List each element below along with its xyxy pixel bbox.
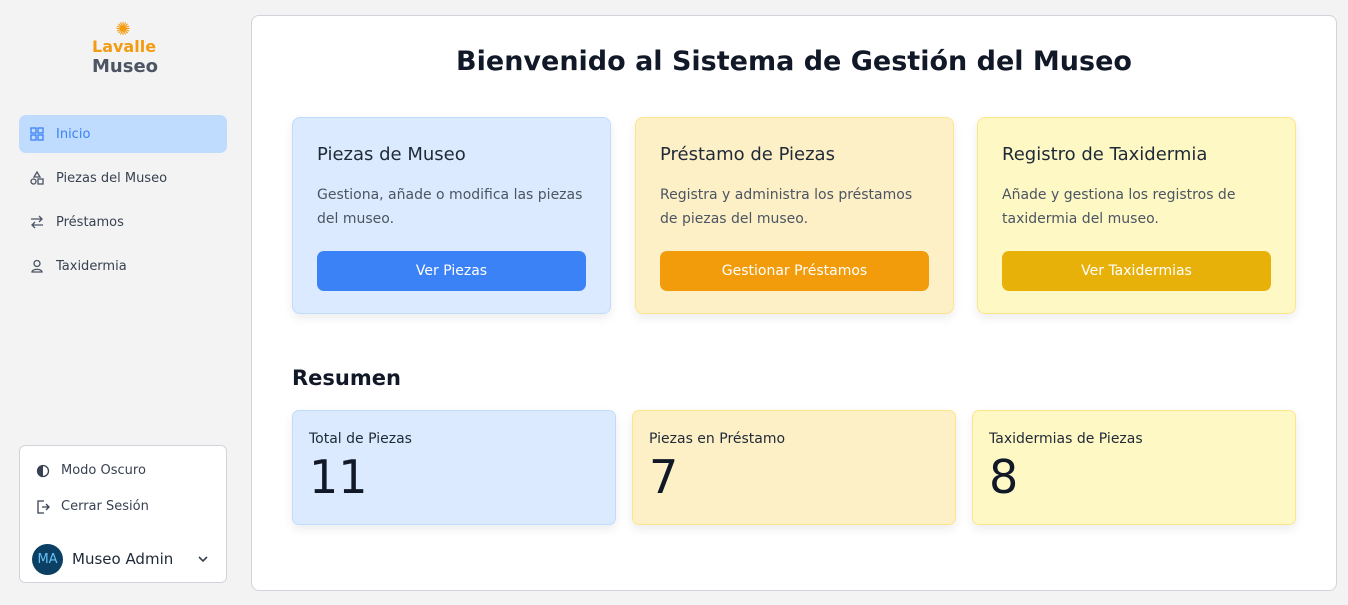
user-name: Museo Admin — [72, 550, 174, 568]
sidebar-item-label: Inicio — [56, 126, 91, 142]
card-title: Piezas de Museo — [317, 144, 466, 165]
card-description: Añade y gestiona los registros de taxide… — [1002, 187, 1236, 227]
logout-icon — [36, 499, 50, 514]
user-panel: Modo Oscuro Cerrar Sesión MA Museo Admin — [19, 445, 227, 583]
grid-icon — [29, 126, 45, 142]
sidebar-item-prestamos[interactable]: Préstamos — [19, 203, 227, 241]
avatar: MA — [32, 543, 63, 575]
page-title: Bienvenido al Sistema de Gestión del Mus… — [456, 46, 1132, 77]
sidebar: ✺ Lavalle Museo Inicio Piezas del Museo … — [0, 0, 244, 605]
sidebar-item-label: Préstamos — [56, 214, 124, 230]
card-description: Gestiona, añade o modifica las piezas de… — [317, 187, 583, 227]
swap-arrows-icon — [29, 214, 45, 230]
dark-mode-toggle[interactable]: Modo Oscuro — [36, 463, 146, 478]
user-menu[interactable]: MA Museo Admin — [32, 543, 216, 575]
shapes-icon — [29, 170, 45, 186]
stat-label: Taxidermias de Piezas — [989, 431, 1143, 447]
sidebar-nav: Inicio Piezas del Museo Préstamos Taxide… — [19, 115, 227, 291]
stat-value: 8 — [989, 450, 1019, 504]
main-panel: Bienvenido al Sistema de Gestión del Mus… — [251, 15, 1337, 591]
stat-total-piezas: Total de Piezas 11 — [292, 410, 616, 525]
brand-line1: Lavalle — [92, 37, 157, 56]
half-moon-icon — [36, 464, 50, 478]
brand-logo[interactable]: ✺ Lavalle Museo — [92, 19, 159, 78]
card-description: Registra y administra los préstamos de p… — [660, 187, 913, 227]
sidebar-item-label: Taxidermia — [56, 258, 127, 274]
person-icon — [29, 258, 45, 274]
gestionar-prestamos-button[interactable]: Gestionar Préstamos — [660, 251, 929, 291]
dark-mode-label: Modo Oscuro — [61, 463, 146, 478]
sun-icon: ✺ — [115, 19, 131, 40]
stat-value: 11 — [309, 450, 368, 504]
logout-label: Cerrar Sesión — [61, 499, 149, 514]
logout-button[interactable]: Cerrar Sesión — [36, 499, 149, 514]
chevron-down-icon — [198, 556, 208, 563]
ver-taxidermias-button[interactable]: Ver Taxidermias — [1002, 251, 1271, 291]
ver-piezas-button[interactable]: Ver Piezas — [317, 251, 586, 291]
card-title: Préstamo de Piezas — [660, 144, 835, 165]
stat-value: 7 — [649, 450, 679, 504]
stat-label: Piezas en Préstamo — [649, 431, 786, 447]
sidebar-item-taxidermia[interactable]: Taxidermia — [19, 247, 227, 285]
stat-taxidermias: Taxidermias de Piezas 8 — [972, 410, 1296, 525]
card-taxidermia: Registro de Taxidermia Añade y gestiona … — [977, 117, 1296, 314]
sidebar-item-label: Piezas del Museo — [56, 170, 168, 186]
stat-piezas-prestamo: Piezas en Préstamo 7 — [632, 410, 956, 525]
stat-label: Total de Piezas — [309, 431, 412, 447]
sidebar-item-piezas[interactable]: Piezas del Museo — [19, 159, 227, 197]
card-prestamos: Préstamo de Piezas Registra y administra… — [635, 117, 954, 314]
summary-title: Resumen — [292, 366, 401, 390]
card-title: Registro de Taxidermia — [1002, 144, 1208, 165]
sidebar-item-inicio[interactable]: Inicio — [19, 115, 227, 153]
card-piezas: Piezas de Museo Gestiona, añade o modifi… — [292, 117, 611, 314]
brand-line2: Museo — [92, 56, 159, 77]
